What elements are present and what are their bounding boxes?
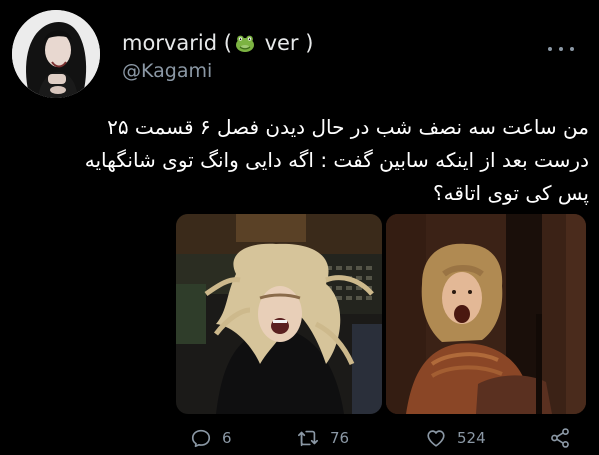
reply-button[interactable]: 6 <box>190 426 232 450</box>
reply-icon <box>191 429 211 448</box>
tweet-text-line: پس کی توی اتاقه؟ <box>433 181 589 205</box>
display-name-end: ver ) <box>257 31 314 55</box>
like-count: 524 <box>457 429 486 447</box>
display-name-start: morvarid ( <box>122 31 232 55</box>
retweet-icon <box>298 430 318 447</box>
user-handle[interactable]: @Kagami <box>122 59 212 83</box>
media-image-right[interactable] <box>386 214 586 414</box>
tweet-text-line: من ساعت سه نصف شب در حال دیدن فصل ۶ قسمت… <box>107 115 589 139</box>
reply-count: 6 <box>222 429 232 447</box>
tweet-text-line: درست بعد از اینکه سابین گفت : اگه دایی و… <box>84 148 589 172</box>
share-icon <box>551 428 569 448</box>
heart-icon <box>427 430 445 447</box>
frog-face-icon <box>234 32 256 54</box>
more-options-icon[interactable] <box>548 44 574 54</box>
tweet-actions: 6 76 524 <box>0 426 599 450</box>
tweet-text: من ساعت سه نصف شب در حال دیدن فصل ۶ قسمت… <box>29 111 589 210</box>
retweet-count: 76 <box>330 429 350 447</box>
share-button[interactable] <box>549 426 571 450</box>
media-image-left[interactable] <box>176 214 382 414</box>
like-button[interactable]: 524 <box>425 426 486 450</box>
retweet-button[interactable]: 76 <box>296 426 349 450</box>
tweet: morvarid ( ver ) @Kagami من ساعت سه نصف … <box>0 0 599 455</box>
display-name[interactable]: morvarid ( ver ) <box>122 30 313 56</box>
avatar[interactable] <box>12 10 100 98</box>
